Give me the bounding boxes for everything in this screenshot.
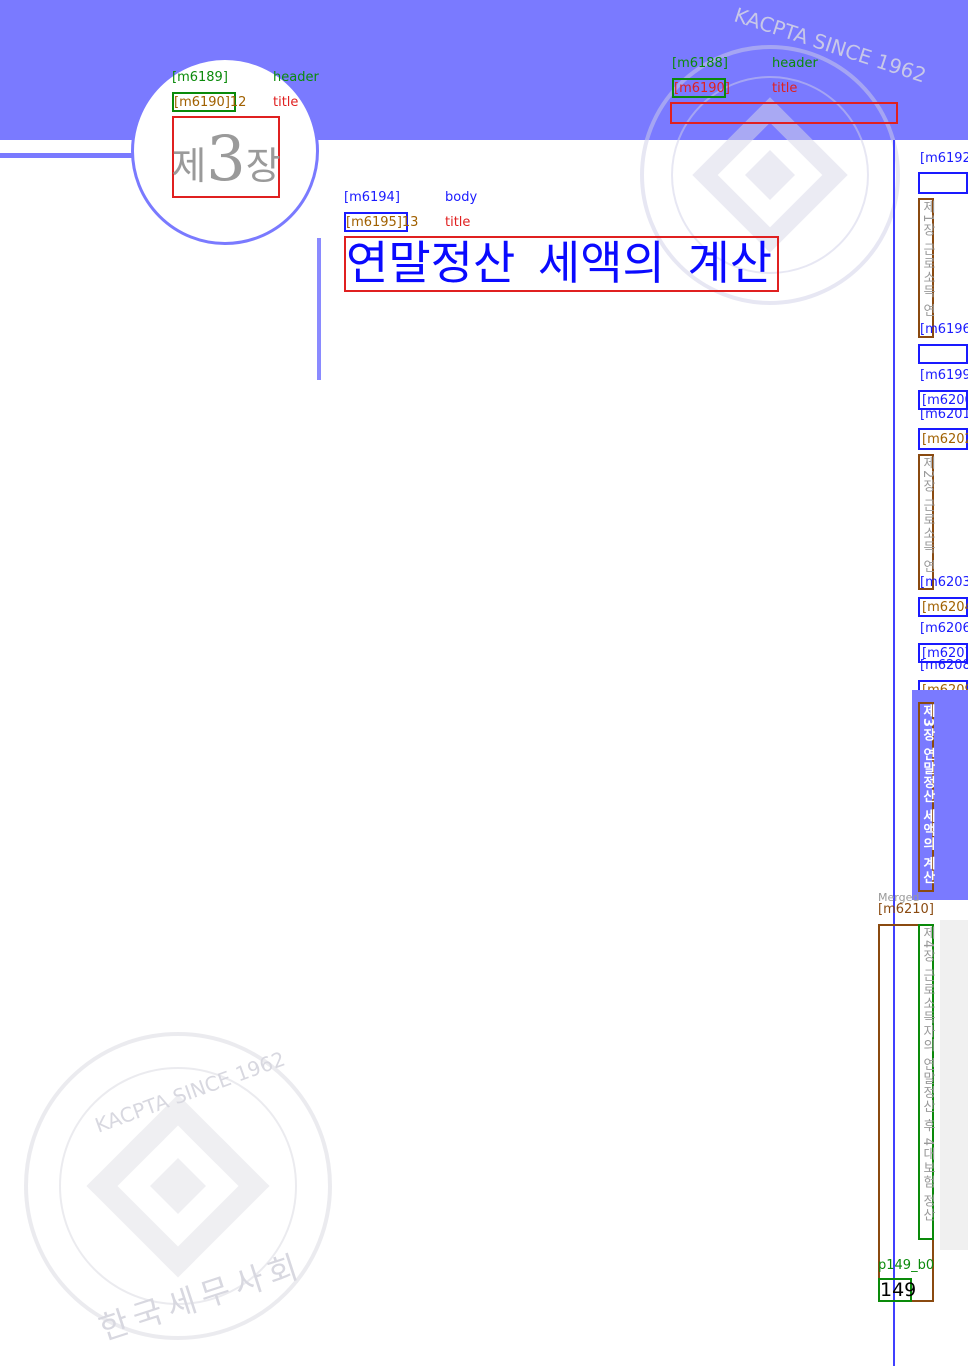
overlay-kind-body: body — [445, 190, 478, 205]
overlay-label-m6202: [m6202] — [922, 432, 968, 447]
side-tab-chapter-3-label: 제3장 연말정산 세액의 계산 — [920, 704, 935, 885]
overlay-label-m6203: [m6203] — [920, 575, 968, 590]
chapter-prefix: 제 — [171, 144, 207, 188]
overlay-box-m6196 — [918, 344, 968, 364]
side-tab-chapter-2[interactable]: 제2장 근로소득 연 — [918, 454, 935, 590]
overlay-kind-header-2: header — [772, 56, 818, 71]
overlay-label-m6196: [m6196] — [920, 322, 968, 337]
overlay-box-m6192 — [918, 172, 968, 194]
overlay-label-m6210: [m6210] — [878, 902, 934, 917]
overlay-label-m6192: [m6192] — [920, 151, 968, 166]
overlay-label-m6208: [m6208] — [920, 658, 968, 673]
overlay-kind-title-1: title — [273, 95, 299, 110]
overlay-kind-title-2: title — [772, 81, 798, 96]
page-title: 연말정산 세액의 계산 — [344, 236, 779, 292]
overlay-label-m6199: [m6199] — [920, 368, 968, 383]
overlay-sub-label-2: [m6190] — [674, 81, 730, 96]
side-tab-gray-bg — [940, 920, 968, 1250]
overlay-kind-title-3: title — [445, 215, 471, 230]
chapter-rule — [0, 153, 140, 158]
side-tab-chapter-1-label: 제1장 근로소득 연 — [920, 200, 935, 318]
overlay-sub-label-3: [m6195]13 — [346, 215, 419, 230]
chapter-digit: 3 — [206, 122, 246, 195]
side-tab-chapter-2-label: 제2장 근로소득 연 — [920, 456, 935, 574]
overlay-label-m6200: [m6200] — [922, 393, 968, 408]
page-number: 149 — [878, 1278, 917, 1302]
overlay-sub-label-1: [m6190]12 — [174, 95, 247, 110]
overlay-label-m6194: [m6194] — [344, 190, 400, 205]
chapter-suffix: 장 — [245, 144, 281, 188]
overlay-box-running-title — [670, 102, 898, 124]
overlay-label-m6201: [m6201] — [920, 407, 968, 422]
side-tab-chapter-1[interactable]: 제1장 근로소득 연 — [918, 198, 935, 338]
side-tab-chapter-4[interactable]: 제4장 근로소득자의 연말정산 후 4대보험 정산 — [918, 924, 935, 1240]
side-tab-chapter-4-label: 제4장 근로소득자의 연말정산 후 4대보험 정산 — [920, 926, 935, 1223]
overlay-kind-header: header — [273, 70, 319, 85]
side-tab-chapter-3-active[interactable]: 제3장 연말정산 세액의 계산 — [918, 702, 935, 892]
overlay-label-m6189: [m6189] — [172, 70, 228, 85]
overlay-label-m6188: [m6188] — [672, 56, 728, 71]
overlay-label-m6206: [m6206] — [920, 621, 968, 636]
chapter-number: 제 3 장 — [171, 116, 281, 198]
overlay-label-m6204: [m6204] — [922, 600, 968, 615]
title-accent-bar — [317, 238, 321, 380]
overlay-label-page-block: p149_b0 — [878, 1258, 935, 1273]
